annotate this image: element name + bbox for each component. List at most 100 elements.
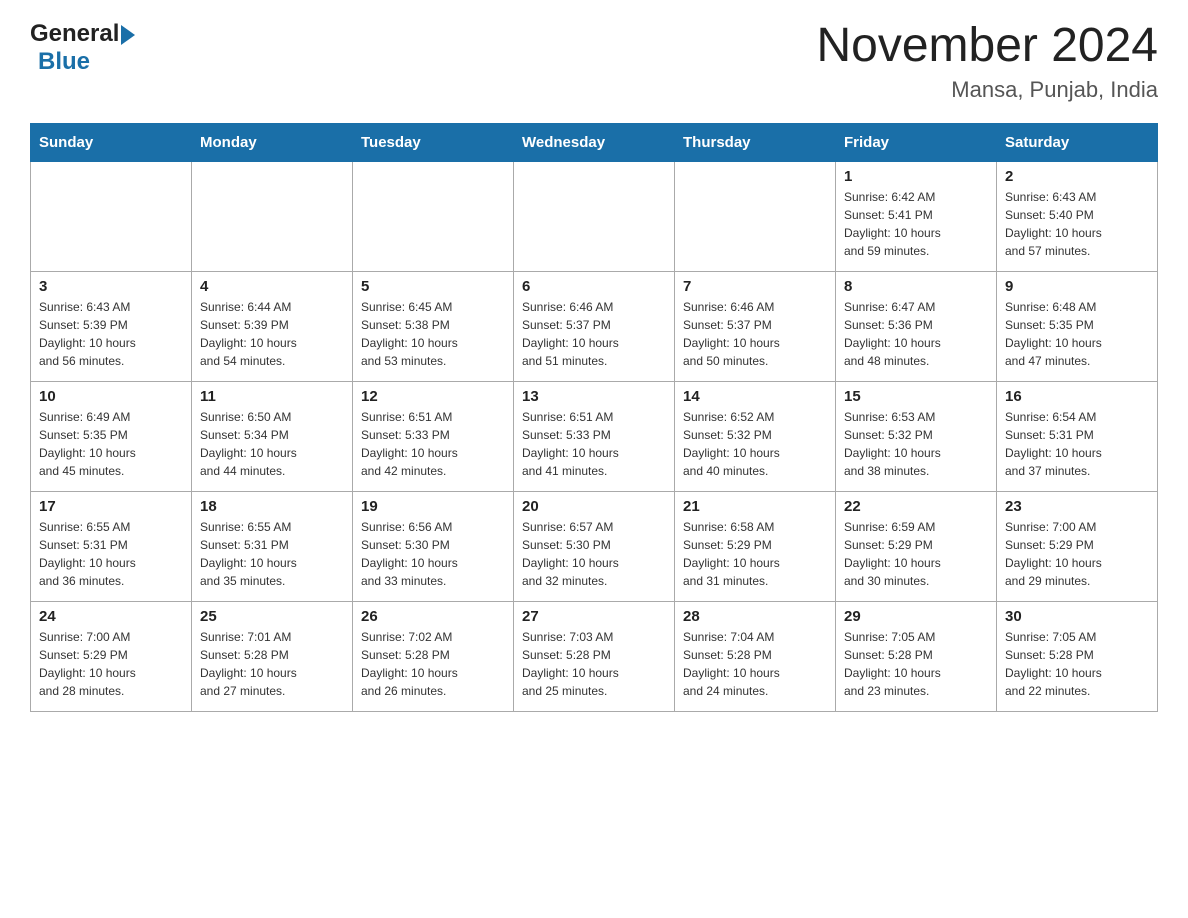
day-number: 12	[361, 388, 505, 405]
day-number: 21	[683, 498, 827, 515]
day-info: Sunrise: 7:02 AM Sunset: 5:28 PM Dayligh…	[361, 628, 505, 700]
day-number: 7	[683, 278, 827, 295]
day-info: Sunrise: 6:49 AM Sunset: 5:35 PM Dayligh…	[39, 408, 183, 480]
day-info: Sunrise: 7:04 AM Sunset: 5:28 PM Dayligh…	[683, 628, 827, 700]
day-info: Sunrise: 7:00 AM Sunset: 5:29 PM Dayligh…	[1005, 518, 1149, 590]
day-number: 10	[39, 388, 183, 405]
logo: General Blue	[30, 20, 135, 76]
day-number: 15	[844, 388, 988, 405]
day-info: Sunrise: 6:59 AM Sunset: 5:29 PM Dayligh…	[844, 518, 988, 590]
day-number: 17	[39, 498, 183, 515]
day-info: Sunrise: 6:48 AM Sunset: 5:35 PM Dayligh…	[1005, 298, 1149, 370]
page-header: General Blue November 2024 Mansa, Punjab…	[30, 20, 1158, 103]
title-section: November 2024 Mansa, Punjab, India	[816, 20, 1158, 103]
day-number: 23	[1005, 498, 1149, 515]
day-info: Sunrise: 6:53 AM Sunset: 5:32 PM Dayligh…	[844, 408, 988, 480]
day-info: Sunrise: 6:56 AM Sunset: 5:30 PM Dayligh…	[361, 518, 505, 590]
day-info: Sunrise: 7:05 AM Sunset: 5:28 PM Dayligh…	[844, 628, 988, 700]
calendar-cell: 27 Sunrise: 7:03 AM Sunset: 5:28 PM Dayli…	[514, 601, 675, 711]
day-number: 27	[522, 608, 666, 625]
logo-general-text: General	[30, 20, 119, 47]
weekday-header-monday: Monday	[192, 123, 353, 161]
day-info: Sunrise: 6:52 AM Sunset: 5:32 PM Dayligh…	[683, 408, 827, 480]
weekday-header-thursday: Thursday	[675, 123, 836, 161]
day-number: 9	[1005, 278, 1149, 295]
calendar-cell: 28Sunrise: 7:04 AM Sunset: 5:28 PM Dayli…	[675, 601, 836, 711]
calendar-cell: 5 Sunrise: 6:45 AM Sunset: 5:38 PM Daylig…	[353, 271, 514, 381]
day-number: 1	[844, 168, 988, 185]
calendar-cell: 21 Sunrise: 6:58 AM Sunset: 5:29 PM Dayli…	[675, 491, 836, 601]
day-info: Sunrise: 6:55 AM Sunset: 5:31 PM Dayligh…	[200, 518, 344, 590]
calendar-cell	[514, 161, 675, 271]
calendar-cell: 8 Sunrise: 6:47 AM Sunset: 5:36 PM Daylig…	[836, 271, 997, 381]
calendar-cell: 14 Sunrise: 6:52 AM Sunset: 5:32 PM Dayli…	[675, 381, 836, 491]
day-info: Sunrise: 6:42 AM Sunset: 5:41 PM Dayligh…	[844, 188, 988, 260]
calendar-cell	[31, 161, 192, 271]
calendar-table: SundayMondayTuesdayWednesdayThursdayFrid…	[30, 123, 1158, 712]
day-info: Sunrise: 6:57 AM Sunset: 5:30 PM Dayligh…	[522, 518, 666, 590]
calendar-cell: 13 Sunrise: 6:51 AM Sunset: 5:33 PM Dayli…	[514, 381, 675, 491]
day-number: 8	[844, 278, 988, 295]
calendar-cell: 20 Sunrise: 6:57 AM Sunset: 5:30 PM Dayli…	[514, 491, 675, 601]
calendar-cell	[353, 161, 514, 271]
calendar-cell: 12Sunrise: 6:51 AM Sunset: 5:33 PM Dayli…	[353, 381, 514, 491]
day-info: Sunrise: 6:46 AM Sunset: 5:37 PM Dayligh…	[683, 298, 827, 370]
day-info: Sunrise: 6:43 AM Sunset: 5:39 PM Dayligh…	[39, 298, 183, 370]
calendar-cell	[675, 161, 836, 271]
day-number: 25	[200, 608, 344, 625]
calendar-cell: 10 Sunrise: 6:49 AM Sunset: 5:35 PM Dayli…	[31, 381, 192, 491]
day-number: 29	[844, 608, 988, 625]
day-number: 6	[522, 278, 666, 295]
day-number: 11	[200, 388, 344, 405]
weekday-header-wednesday: Wednesday	[514, 123, 675, 161]
day-number: 16	[1005, 388, 1149, 405]
day-number: 20	[522, 498, 666, 515]
week-row-3: 10 Sunrise: 6:49 AM Sunset: 5:35 PM Dayli…	[31, 381, 1158, 491]
month-title: November 2024	[816, 20, 1158, 73]
calendar-cell: 3 Sunrise: 6:43 AM Sunset: 5:39 PM Daylig…	[31, 271, 192, 381]
weekday-header-sunday: Sunday	[31, 123, 192, 161]
calendar-cell: 22 Sunrise: 6:59 AM Sunset: 5:29 PM Dayli…	[836, 491, 997, 601]
day-info: Sunrise: 6:47 AM Sunset: 5:36 PM Dayligh…	[844, 298, 988, 370]
calendar-cell: 25 Sunrise: 7:01 AM Sunset: 5:28 PM Dayli…	[192, 601, 353, 711]
week-row-1: 1 Sunrise: 6:42 AM Sunset: 5:41 PM Daylig…	[31, 161, 1158, 271]
calendar-cell: 6 Sunrise: 6:46 AM Sunset: 5:37 PM Daylig…	[514, 271, 675, 381]
location-subtitle: Mansa, Punjab, India	[816, 77, 1158, 103]
day-number: 13	[522, 388, 666, 405]
calendar-cell: 15 Sunrise: 6:53 AM Sunset: 5:32 PM Dayli…	[836, 381, 997, 491]
calendar-cell: 7 Sunrise: 6:46 AM Sunset: 5:37 PM Daylig…	[675, 271, 836, 381]
calendar-cell: 23 Sunrise: 7:00 AM Sunset: 5:29 PM Dayli…	[997, 491, 1158, 601]
day-number: 5	[361, 278, 505, 295]
week-row-4: 17 Sunrise: 6:55 AM Sunset: 5:31 PM Dayli…	[31, 491, 1158, 601]
day-number: 18	[200, 498, 344, 515]
calendar-cell: 30Sunrise: 7:05 AM Sunset: 5:28 PM Dayli…	[997, 601, 1158, 711]
calendar-cell: 9 Sunrise: 6:48 AM Sunset: 5:35 PM Daylig…	[997, 271, 1158, 381]
day-info: Sunrise: 6:44 AM Sunset: 5:39 PM Dayligh…	[200, 298, 344, 370]
day-info: Sunrise: 6:46 AM Sunset: 5:37 PM Dayligh…	[522, 298, 666, 370]
weekday-header-row: SundayMondayTuesdayWednesdayThursdayFrid…	[31, 123, 1158, 161]
calendar-cell	[192, 161, 353, 271]
weekday-header-friday: Friday	[836, 123, 997, 161]
calendar-cell: 19Sunrise: 6:56 AM Sunset: 5:30 PM Dayli…	[353, 491, 514, 601]
calendar-cell: 11 Sunrise: 6:50 AM Sunset: 5:34 PM Dayli…	[192, 381, 353, 491]
day-info: Sunrise: 6:45 AM Sunset: 5:38 PM Dayligh…	[361, 298, 505, 370]
week-row-2: 3 Sunrise: 6:43 AM Sunset: 5:39 PM Daylig…	[31, 271, 1158, 381]
day-number: 2	[1005, 168, 1149, 185]
calendar-cell: 29 Sunrise: 7:05 AM Sunset: 5:28 PM Dayli…	[836, 601, 997, 711]
calendar-cell: 16Sunrise: 6:54 AM Sunset: 5:31 PM Dayli…	[997, 381, 1158, 491]
calendar-cell: 1 Sunrise: 6:42 AM Sunset: 5:41 PM Daylig…	[836, 161, 997, 271]
day-number: 22	[844, 498, 988, 515]
week-row-5: 24Sunrise: 7:00 AM Sunset: 5:29 PM Dayli…	[31, 601, 1158, 711]
day-info: Sunrise: 6:50 AM Sunset: 5:34 PM Dayligh…	[200, 408, 344, 480]
day-info: Sunrise: 6:58 AM Sunset: 5:29 PM Dayligh…	[683, 518, 827, 590]
day-number: 3	[39, 278, 183, 295]
calendar-cell: 18 Sunrise: 6:55 AM Sunset: 5:31 PM Dayli…	[192, 491, 353, 601]
day-info: Sunrise: 6:51 AM Sunset: 5:33 PM Dayligh…	[522, 408, 666, 480]
calendar-cell: 26Sunrise: 7:02 AM Sunset: 5:28 PM Dayli…	[353, 601, 514, 711]
day-info: Sunrise: 6:43 AM Sunset: 5:40 PM Dayligh…	[1005, 188, 1149, 260]
day-number: 14	[683, 388, 827, 405]
day-info: Sunrise: 7:03 AM Sunset: 5:28 PM Dayligh…	[522, 628, 666, 700]
day-info: Sunrise: 7:01 AM Sunset: 5:28 PM Dayligh…	[200, 628, 344, 700]
day-number: 30	[1005, 608, 1149, 625]
weekday-header-saturday: Saturday	[997, 123, 1158, 161]
